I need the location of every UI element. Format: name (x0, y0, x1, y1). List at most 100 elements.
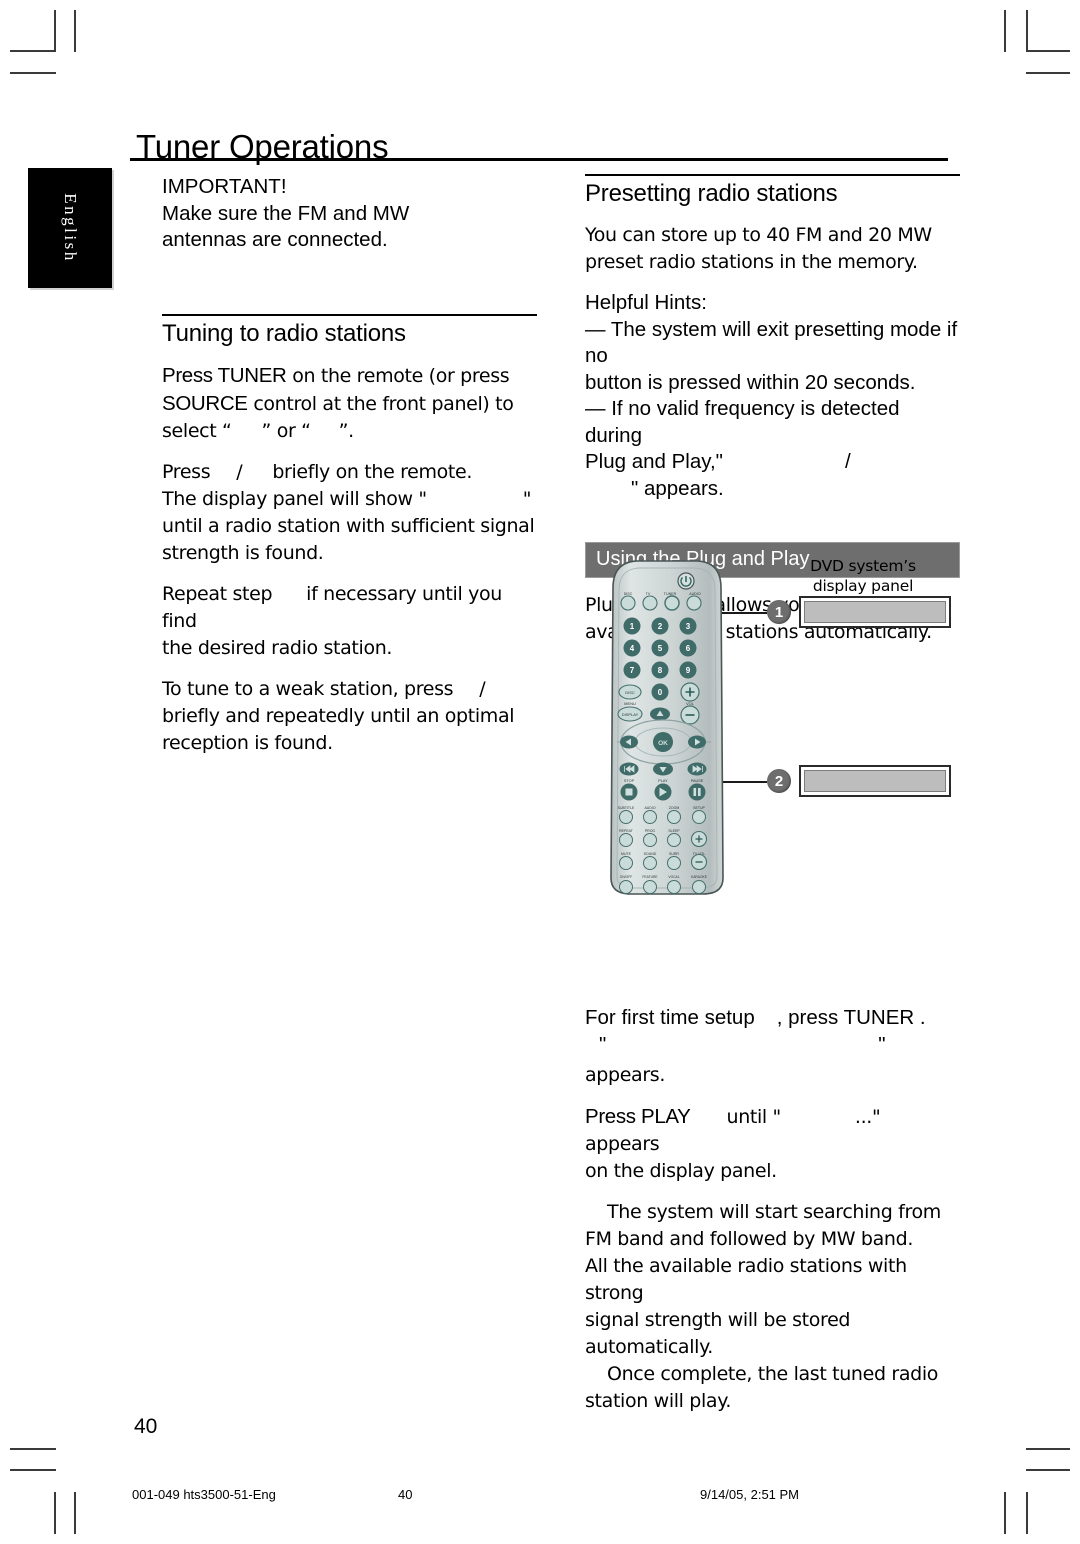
helpful-hints-heading: Helpful Hints: (585, 291, 707, 314)
svg-text:VOL: VOL (686, 701, 695, 706)
svg-text:8: 8 (658, 666, 663, 675)
crop-mark-br-h2 (1026, 1448, 1070, 1450)
page-number: 40 (134, 1415, 158, 1438)
svg-text:REPEAT: REPEAT (619, 829, 634, 833)
crop-mark-tr-h2 (1026, 72, 1070, 74)
display-panel-caption-line-1: DVD system’s (810, 557, 916, 575)
tuning-step-4: To tune to a weak station, press / briefl… (162, 676, 537, 757)
pnp-step-1-b: , press TUNER . (776, 1006, 926, 1029)
tuning-step-2-c: The display panel will show " (162, 487, 427, 510)
svg-text:STOP: STOP (624, 779, 635, 783)
crop-mark-tl-v2 (74, 10, 76, 52)
helpful-hint-1-line-2: button is pressed within 20 seconds. (585, 370, 916, 394)
svg-text:SOUND: SOUND (644, 852, 657, 856)
display-panel-caption-line-2: display panel (812, 577, 914, 595)
tuning-step-2-b: briefly on the remote. (272, 460, 473, 483)
callout-1: 1 (767, 600, 791, 624)
svg-text:TUNER: TUNER (664, 592, 677, 596)
presetting-intro-line-1: You can store up to 40 FM and 20 MW (585, 224, 932, 246)
callout-2: 2 (767, 769, 791, 793)
language-tab: English (28, 168, 112, 288)
helpful-hint-2-line-3: " appears. (631, 476, 724, 500)
presetting-section-heading: Presetting radio stations (585, 180, 838, 207)
pnp-step-3-line-1: The system will start searching from (607, 1201, 941, 1223)
svg-text:7: 7 (630, 666, 635, 675)
helpful-hint-2-line-1: — If no valid frequency is detected duri… (585, 397, 900, 447)
svg-text:MENU: MENU (624, 701, 636, 706)
svg-text:OK: OK (658, 740, 668, 747)
display-panel-caption: DVD system’s display panel (773, 556, 953, 596)
svg-text:4: 4 (630, 644, 635, 653)
pnp-step-3-line-3: All the available radio stations with st… (585, 1255, 907, 1304)
svg-text:3: 3 (686, 622, 691, 631)
crop-mark-tr-v2 (1026, 10, 1028, 52)
pnp-step-2: Press PLAY until " ..." appears on the dis… (585, 1103, 960, 1185)
crop-mark-bl-h (10, 1469, 56, 1471)
presetting-section-divider (585, 174, 960, 176)
tuning-step-1-b: on the remote (or press (292, 364, 510, 387)
tuning-step-3-a: Repeat step (162, 582, 273, 605)
crop-mark-br-h (1026, 1469, 1070, 1471)
crop-mark-tr-h (1026, 50, 1070, 52)
presetting-intro-line-2: preset radio stations in the memory. (585, 251, 918, 273)
svg-text:TV: TV (646, 592, 651, 596)
pnp-step-1-quote-open: " (599, 1032, 607, 1056)
tuning-step-4-c: reception is found. (162, 731, 333, 754)
tuning-step-2: Press / briefly on the remote. The display… (162, 459, 537, 567)
pnp-step-3-line-2: FM band and followed by MW band. (585, 1228, 914, 1250)
helpful-hint-2: — If no valid frequency is detected duri… (585, 396, 960, 502)
helpful-hint-2-line-2b: / (844, 450, 851, 473)
important-notice: IMPORTANT! Make sure the FM and MW anten… (162, 174, 537, 254)
svg-text:SETUP: SETUP (693, 806, 705, 810)
crop-mark-tl-h2 (10, 72, 56, 74)
svg-text:0: 0 (658, 688, 663, 697)
crop-mark-tl-h (10, 50, 56, 52)
pnp-step-1-quote-close: " (878, 1032, 886, 1056)
tuning-step-1-e: select “ (162, 419, 232, 442)
crop-mark-tr-v (1004, 10, 1006, 52)
tuning-step-1-d: control at the front panel) to (253, 392, 514, 415)
tuning-step-2-a: Press (162, 460, 211, 483)
svg-text:ON/OFF: ON/OFF (620, 875, 632, 879)
pnp-step-4-line-2: station will play. (585, 1390, 732, 1412)
svg-text:FEATURE: FEATURE (642, 875, 658, 879)
language-tab-label: English (61, 193, 80, 263)
footer-page-number: 40 (398, 1487, 413, 1502)
important-line-1: Make sure the FM and MW (162, 201, 410, 225)
svg-text:PAUSE: PAUSE (691, 779, 704, 783)
pnp-step-2-a: Press PLAY (585, 1105, 691, 1128)
tuning-step-1-a: Press TUNER (162, 363, 287, 387)
svg-text:PLAY: PLAY (658, 779, 668, 783)
title-divider (130, 158, 948, 161)
display-panel-1 (799, 596, 951, 628)
tuning-step-4-b: briefly and repeatedly until an optimal (162, 704, 515, 727)
pnp-step-3-line-5: automatically. (585, 1336, 713, 1358)
pnp-step-1-appears: appears. (585, 1064, 666, 1086)
tuning-step-2-slash: / (236, 460, 243, 483)
important-heading: IMPORTANT! (162, 175, 287, 198)
print-footer: 001-049 hts3500-51-Eng 40 9/14/05, 2:51 … (0, 1487, 1080, 1507)
tuning-step-4-a: To tune to a weak station, press (162, 677, 454, 700)
helpful-hint-2-line-2a: Plug and Play," (585, 450, 723, 473)
left-column: IMPORTANT! Make sure the FM and MW anten… (162, 174, 537, 771)
tuning-step-1-f: ” or “ (261, 419, 311, 442)
svg-text:9: 9 (686, 666, 691, 675)
remote-control-illustration: DISC TV TUNER AUDIO 1 2 3 4 5 6 7 8 9 0 (603, 558, 731, 896)
tuning-step-2-d: " (522, 487, 532, 510)
svg-text:SLEEP: SLEEP (668, 829, 680, 833)
pnp-step-3-line-4: signal strength will be stored (585, 1309, 851, 1331)
svg-text:PROG: PROG (645, 829, 656, 833)
tuning-step-2-e: until a radio station with sufficient si… (162, 514, 535, 537)
pnp-step-1-a: For first time setup (585, 1006, 755, 1029)
tuning-step-1-g: ”. (338, 419, 355, 442)
pnp-step-2-b: until " (726, 1106, 782, 1128)
svg-text:6: 6 (686, 644, 691, 653)
svg-text:SURR: SURR (669, 852, 679, 856)
footer-file-name: 001-049 hts3500-51-Eng (132, 1487, 276, 1502)
svg-text:AUDIO: AUDIO (689, 592, 701, 596)
svg-text:SUBTITLE: SUBTITLE (618, 806, 635, 810)
tuning-step-1: Press TUNER on the remote (or press SOUR… (162, 362, 537, 445)
important-line-2: antennas are connected. (162, 228, 388, 251)
pnp-step-4: Once complete, the last tuned radio stat… (585, 1361, 960, 1415)
